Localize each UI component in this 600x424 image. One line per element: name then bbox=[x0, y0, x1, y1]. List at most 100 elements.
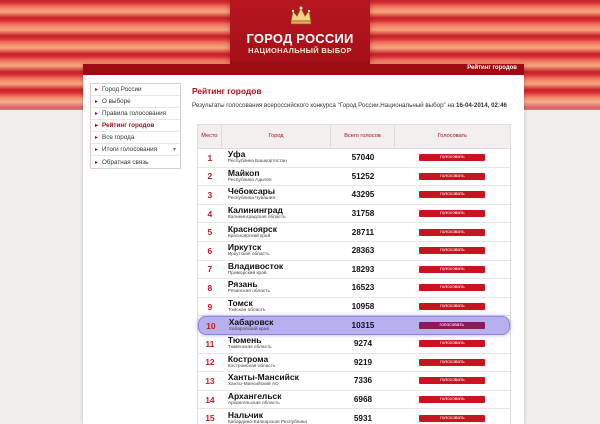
votes-cell: 10958 bbox=[351, 302, 375, 312]
table-row: 15 Нальчик Кабардино-Балкарская Республика… bbox=[198, 409, 510, 424]
logo-title: ГОРОД РОССИИ bbox=[246, 31, 354, 46]
city-region: Тюменская область bbox=[227, 345, 272, 351]
city-name[interactable]: Томск bbox=[228, 299, 331, 308]
sidebar-item-label: Обратная связь bbox=[102, 158, 149, 166]
rank-cell: 1 bbox=[207, 152, 213, 163]
city-region: Приморский край bbox=[227, 270, 267, 276]
rank-cell: 13 bbox=[205, 375, 215, 386]
bullet-icon: ▸ bbox=[95, 99, 99, 105]
sidebar-item[interactable]: ▸ Правила голосования bbox=[91, 108, 180, 120]
rank-cell: 2 bbox=[207, 171, 213, 182]
content-frame: Рейтинг городов ▸ Город России ▸ О выборе ▸ П… bbox=[83, 64, 524, 424]
city-region: Иркутская область bbox=[227, 252, 270, 258]
city-cell: Иркутск Иркутская область bbox=[222, 242, 331, 260]
votes-cell: 57040 bbox=[351, 153, 375, 163]
city-cell: Кострома Костромская область bbox=[222, 354, 331, 372]
vote-button[interactable]: голосовать bbox=[418, 322, 485, 330]
sidebar-item-label: Все города bbox=[102, 134, 135, 141]
city-name[interactable]: Тюмень bbox=[228, 336, 331, 345]
table-row: 3 Чебоксары Республика Чувашия 43295 голосов… bbox=[198, 186, 510, 205]
sidebar-item[interactable]: ▸ Итоги голосования ▾ bbox=[91, 144, 180, 156]
subtitle-date: 16-04-2014, 02:46 bbox=[456, 102, 507, 109]
city-name[interactable]: Владивосток bbox=[228, 261, 331, 271]
city-name[interactable]: Иркутск bbox=[228, 243, 331, 252]
city-name[interactable]: Нальчик bbox=[228, 410, 331, 420]
bullet-icon: ▸ bbox=[95, 159, 99, 166]
table-row: 5 Красноярск Красноярский край 28711 голосов… bbox=[198, 223, 510, 242]
vote-cell: голосовать bbox=[395, 298, 510, 316]
header-rank: Место bbox=[198, 125, 222, 148]
vote-button[interactable]: голосовать bbox=[419, 358, 486, 366]
vote-button[interactable]: голосовать bbox=[419, 396, 486, 404]
city-cell: Томск Томская область bbox=[222, 298, 331, 316]
crown-icon bbox=[290, 6, 312, 25]
vote-cell: голосовать bbox=[395, 205, 510, 223]
vote-button[interactable]: голосовать bbox=[419, 154, 486, 162]
vote-cell: голосовать bbox=[395, 261, 510, 279]
topbar-link[interactable]: Рейтинг городов bbox=[467, 65, 517, 71]
city-name[interactable]: Калининград bbox=[228, 206, 331, 215]
city-name[interactable]: Хабаровск bbox=[229, 318, 332, 327]
rank-cell: 6 bbox=[207, 245, 213, 256]
votes-cell: 5931 bbox=[353, 413, 373, 423]
vote-button[interactable]: голосовать bbox=[419, 172, 486, 180]
vote-button[interactable]: голосовать bbox=[419, 377, 486, 385]
table-row: 10 Хабаровск Хабаровский край 10315 голосова… bbox=[198, 316, 510, 335]
table-row: 1 Уфа Республика Башкортостан 57040 голосова… bbox=[198, 149, 510, 168]
city-name[interactable]: Майкоп bbox=[228, 168, 331, 178]
vote-button[interactable]: голосовать bbox=[419, 210, 486, 218]
table-row: 7 Владивосток Приморский край 18293 голосова… bbox=[198, 261, 510, 280]
vote-cell: голосовать bbox=[395, 186, 510, 204]
votes-cell: 31758 bbox=[351, 209, 375, 219]
city-region: Рязанская область bbox=[227, 289, 270, 295]
chevron-down-icon[interactable]: ▾ bbox=[173, 146, 176, 153]
city-name[interactable]: Уфа bbox=[228, 150, 331, 159]
city-cell: Владивосток Приморский край bbox=[222, 261, 331, 279]
rank-cell: 14 bbox=[205, 394, 215, 405]
city-name[interactable]: Архангельск bbox=[228, 392, 331, 401]
votes-cell: 18293 bbox=[351, 264, 375, 274]
top-bar: Рейтинг городов bbox=[83, 64, 524, 75]
city-cell: Нальчик Кабардино-Балкарская Республика bbox=[222, 409, 331, 424]
rank-cell: 4 bbox=[207, 208, 213, 219]
vote-cell: голосовать bbox=[395, 168, 510, 186]
table-body: 1 Уфа Республика Башкортостан 57040 голосова… bbox=[198, 149, 510, 424]
subtitle-text: Результаты голосования всероссийского ко… bbox=[192, 102, 455, 109]
vote-cell: голосовать bbox=[395, 242, 510, 260]
sidebar-item[interactable]: ▸ О выборе bbox=[91, 96, 180, 108]
city-name[interactable]: Красноярск bbox=[228, 224, 331, 234]
vote-button[interactable]: голосовать bbox=[419, 247, 486, 255]
vote-button[interactable]: голосовать bbox=[419, 414, 486, 422]
rank-cell: 7 bbox=[207, 264, 213, 275]
table-header: Место Город Всего голосов Голосовать bbox=[198, 125, 510, 149]
vote-cell: голосовать bbox=[395, 223, 510, 241]
vote-cell: голосовать bbox=[395, 391, 510, 409]
vote-button[interactable]: голосовать bbox=[419, 191, 486, 199]
vote-button[interactable]: голосовать bbox=[419, 340, 486, 348]
sidebar-item[interactable]: ▸ Город России bbox=[91, 84, 180, 96]
city-cell: Майкоп Республика Адыгея bbox=[222, 168, 331, 186]
city-cell: Чебоксары Республика Чувашия bbox=[222, 186, 331, 204]
sidebar-item[interactable]: ▸ Все города bbox=[91, 132, 180, 144]
votes-cell: 51252 bbox=[351, 171, 375, 181]
table-row: 11 Тюмень Тюменская область 9274 голосовать bbox=[198, 335, 510, 354]
vote-button[interactable]: голосовать bbox=[419, 284, 486, 292]
vote-button[interactable]: голосовать bbox=[419, 265, 486, 273]
sidebar-item[interactable]: ▸ Обратная связь bbox=[91, 156, 180, 168]
city-region: Республика Башкортостан bbox=[227, 159, 287, 165]
vote-button[interactable]: голосовать bbox=[419, 303, 486, 311]
votes-cell: 28711 bbox=[351, 227, 375, 237]
vote-cell: голосовать bbox=[395, 279, 510, 297]
votes-cell: 7336 bbox=[353, 376, 373, 386]
vote-cell: голосовать bbox=[395, 317, 510, 334]
page-title: Рейтинг городов bbox=[192, 86, 262, 96]
vote-button[interactable]: голосовать bbox=[419, 228, 486, 236]
bullet-icon: ▸ bbox=[95, 87, 99, 93]
votes-cell: 43295 bbox=[351, 190, 375, 200]
votes-cell: 16523 bbox=[351, 283, 375, 293]
city-region: Калининградская область bbox=[227, 215, 286, 221]
vote-cell: голосовать bbox=[395, 372, 510, 390]
city-name[interactable]: Кострома bbox=[228, 354, 331, 364]
header-vote: Голосовать bbox=[437, 133, 468, 139]
sidebar-item[interactable]: ▸ Рейтинг городов bbox=[91, 120, 180, 132]
